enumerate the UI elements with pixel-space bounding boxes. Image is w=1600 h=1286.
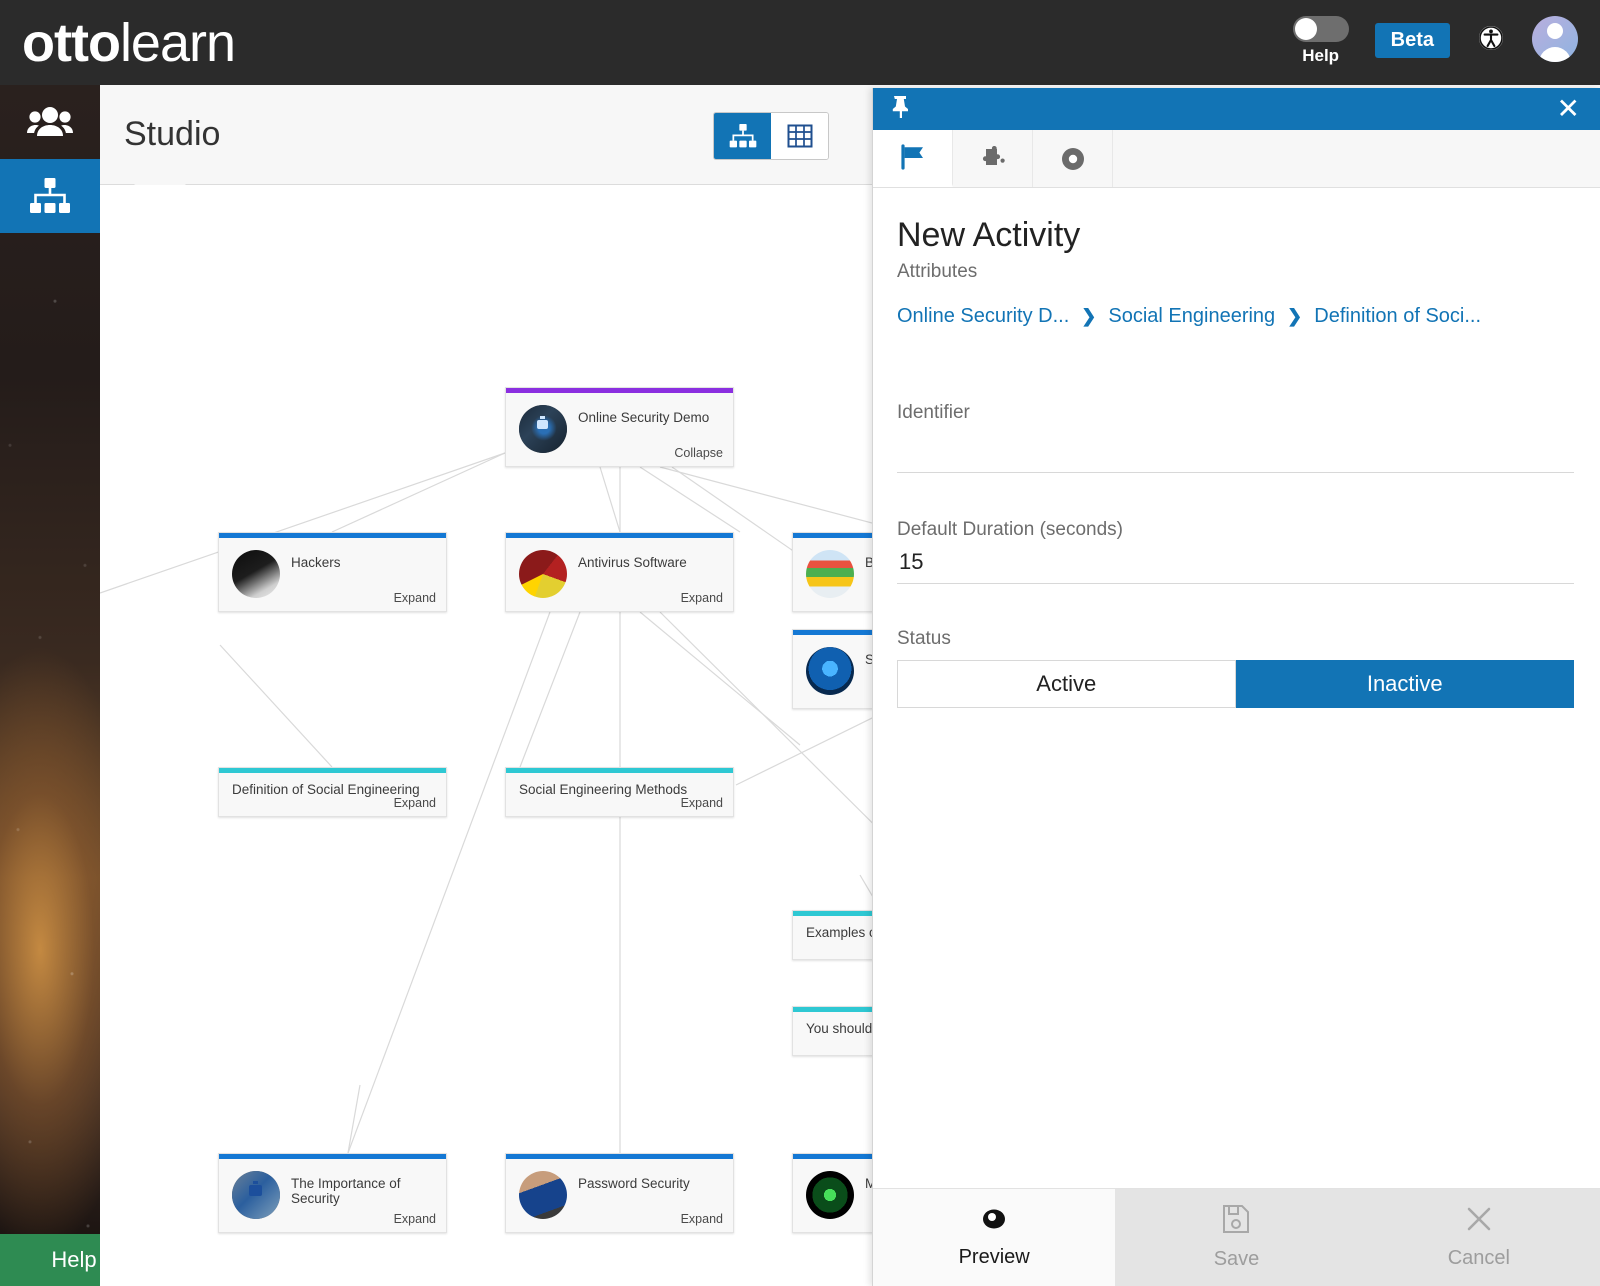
help-toggle-group: Help [1292,15,1349,66]
panel-body: New Activity Attributes Online Security … [873,188,1600,1188]
tree-node-title: Hackers [291,555,341,570]
tree-node-thumbnail [232,550,280,598]
status-active-option[interactable]: Active [897,660,1236,708]
panel-heading: New Activity [897,216,1081,254]
cancel-button: Cancel [1357,1189,1600,1286]
tree-node-accent-bar [219,768,446,773]
tree-node-action[interactable]: Collapse [674,446,723,460]
tree-node-accent-bar [219,1154,446,1159]
tree-node-accent-bar [506,768,733,773]
identifier-field-group: Identifier [897,402,1574,473]
save-icon [1222,1204,1250,1239]
grid-view-button[interactable] [771,113,828,159]
avatar-body [1539,46,1571,62]
tree-node-accent-bar [506,388,733,393]
sidebar: Help [0,85,100,1286]
tree-node[interactable]: Hackers Expand [218,532,447,612]
eye-icon [977,1206,1011,1237]
sidebar-item-studio[interactable] [0,159,100,233]
panel-footer: Preview Save Cancel [873,1188,1600,1286]
tree-node-title: Online Security Demo [578,410,710,425]
tree-node-title: The Importance of Security [291,1176,401,1206]
close-icon[interactable]: ✕ [1557,95,1580,123]
logo-bold: otto [22,12,121,73]
panel-tabs [873,130,1600,188]
save-label: Save [1213,1248,1260,1270]
tab-content[interactable] [953,130,1033,187]
tree-node-title: Password Security [578,1176,690,1191]
breadcrumb-separator-1: ❯ [1287,306,1303,326]
tab-media[interactable] [1033,130,1113,187]
tree-node[interactable]: Online Security Demo Collapse [505,387,734,467]
sidebar-item-people[interactable] [0,85,100,159]
tree-node-title: Antivirus Software [578,555,687,570]
tree-node-accent-bar [506,533,733,538]
toggle-knob [1294,17,1317,40]
preview-button[interactable]: Preview [873,1189,1116,1286]
duration-label: Default Duration (seconds) [897,519,1123,540]
tree-node-thumbnail [806,550,854,598]
preview-label: Preview [958,1246,1030,1268]
tree-node[interactable]: The Importance of Security Expand [218,1153,447,1233]
breadcrumb-item-1[interactable]: Social Engineering [1108,305,1275,328]
tree-node[interactable]: Antivirus Software Expand [505,532,734,612]
tree-node[interactable]: Social Engineering Methods Expand [505,767,734,817]
tree-node-title: Definition of Social Engineering [232,782,420,797]
tree-node-thumbnail [519,1171,567,1219]
tree-view-button[interactable] [714,113,771,159]
help-button[interactable]: Help [0,1234,100,1286]
duration-field-group: Default Duration (seconds) [897,519,1574,584]
tab-attributes[interactable] [873,130,953,187]
close-icon [1465,1205,1493,1238]
breadcrumb-item-2[interactable]: Definition of Soci... [1314,305,1481,328]
tree-node-action[interactable]: Expand [394,1212,436,1226]
tree-node-action[interactable]: Expand [394,591,436,605]
accessibility-icon[interactable] [1478,25,1504,56]
tree-node-accent-bar [219,533,446,538]
duration-input[interactable] [897,541,1574,584]
tree-node-title: Social Engineering Methods [519,782,688,797]
pin-icon[interactable] [889,95,911,124]
tree-node-thumbnail [519,550,567,598]
tree-node-action[interactable]: Expand [394,796,436,810]
tree-node-action[interactable]: Expand [681,1212,723,1226]
help-toggle[interactable] [1292,15,1349,42]
page-title: Studio [124,115,221,153]
view-toggle [713,112,829,160]
logo-light: learn [119,12,236,73]
avatar[interactable] [1532,15,1578,62]
breadcrumb: Online Security D... ❯ Social Engineerin… [897,305,1574,328]
tree-node-thumbnail [806,647,854,695]
tree-node[interactable]: Definition of Social Engineering Expand [218,767,447,817]
tree-node-accent-bar [506,1154,733,1159]
status-label: Status [897,628,951,649]
breadcrumb-separator-0: ❯ [1081,306,1097,326]
panel-title-bar: ✕ [873,88,1600,130]
panel-subheading: Attributes [897,261,978,282]
save-button: Save [1115,1189,1358,1286]
cancel-label: Cancel [1447,1247,1510,1269]
top-bar: ottolearn Help Beta [0,0,1600,85]
tree-node-thumbnail [806,1171,854,1219]
status-inactive-option[interactable]: Inactive [1235,660,1574,708]
tree-node[interactable]: Password Security Expand [505,1153,734,1233]
avatar-head [1547,22,1563,39]
tree-node-action[interactable]: Expand [681,591,723,605]
attributes-panel: ✕ New Activity Attributes Online Securit… [872,88,1600,1286]
beta-badge[interactable]: Beta [1374,22,1450,58]
help-toggle-label: Help [1302,45,1340,65]
sidebar-background-image [0,85,100,1286]
tree-node-action[interactable]: Expand [681,796,723,810]
status-field-group: Status Active Inactive [897,628,1574,708]
top-bar-actions: Help Beta [1292,15,1600,70]
status-segmented-control: Active Inactive [897,660,1574,708]
breadcrumb-item-0[interactable]: Online Security D... [897,305,1069,328]
identifier-label: Identifier [897,402,970,423]
app-logo[interactable]: ottolearn [22,12,236,73]
tree-node-thumbnail [232,1171,280,1219]
identifier-input[interactable] [897,424,1574,473]
tree-node-thumbnail [519,405,567,453]
